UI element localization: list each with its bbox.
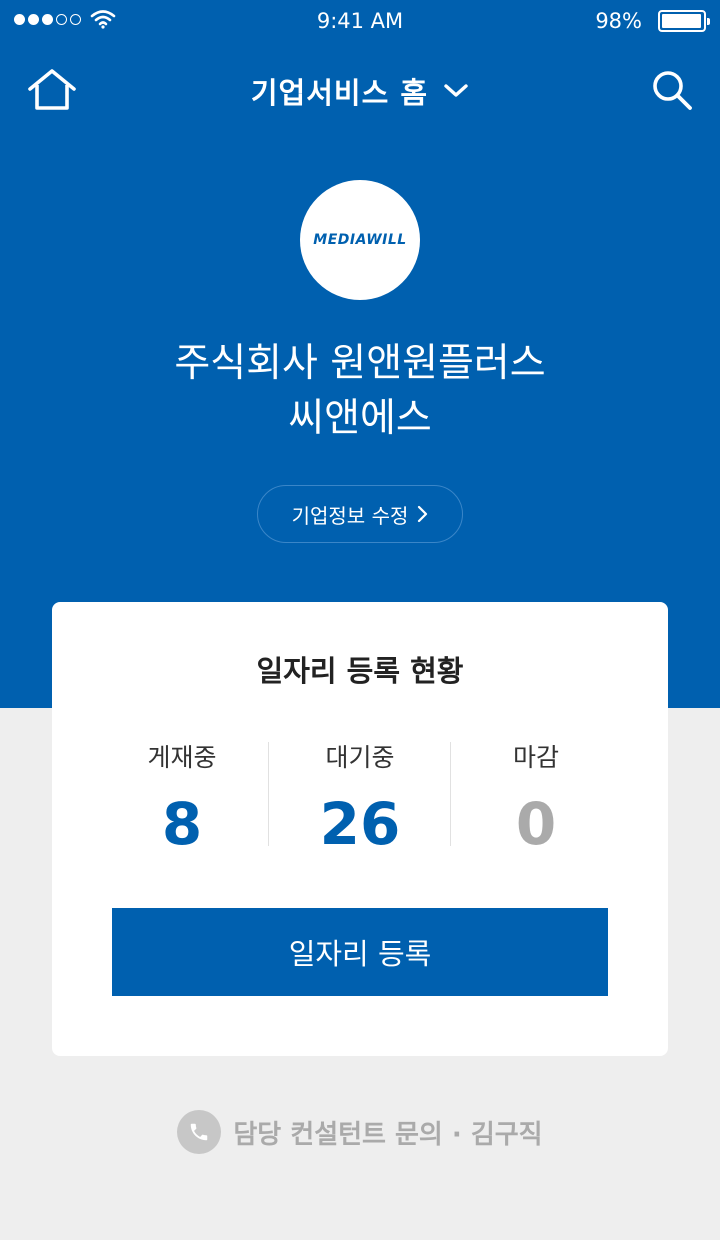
edit-company-info-label: 기업정보 수정 [291,503,409,528]
battery-icon [658,10,710,32]
register-job-button[interactable]: 일자리 등록 [112,908,608,996]
chevron-right-icon [418,505,428,523]
stat-value: 26 [319,790,401,858]
phone-icon [177,1110,222,1154]
stat-pending[interactable]: 대기중 26 [270,738,450,858]
stat-active[interactable]: 게재중 8 [92,738,272,858]
card-title: 일자리 등록 현황 [256,654,464,688]
stat-label: 마감 [512,743,559,772]
chevron-down-icon [444,84,468,97]
company-logo: MEDIAWILL [300,180,420,300]
nav-bar: 기업서비스 홈 [0,56,720,124]
nav-title: 기업서비스 홈 [250,76,429,110]
search-button[interactable] [650,68,694,112]
consultant-contact[interactable]: 담당 컨설턴트 문의 · 김구직 [0,1110,720,1154]
stat-value: 0 [515,790,557,858]
stat-value: 8 [161,790,203,858]
job-status-card: 일자리 등록 현황 게재중 8 대기중 26 마감 0 일자리 등록 [52,602,668,1056]
stat-label: 게재중 [147,743,217,772]
company-name-line1: 주식회사 원앤원플러스 [174,341,546,386]
edit-company-info-button[interactable]: 기업정보 수정 [257,485,463,543]
service-selector[interactable]: 기업서비스 홈 [0,70,720,112]
search-icon [653,71,692,110]
stat-label: 대기중 [325,743,395,772]
company-name-line2: 씨앤에스 [288,396,432,441]
status-bar: 9:41 AM 98% [0,0,720,44]
logo-text: MEDIAWILL [313,232,407,248]
contact-text: 담당 컨설턴트 문의 · 김구직 [233,1119,543,1150]
company-name: 주식회사 원앤원플러스 씨앤에스 [40,336,680,446]
battery-percentage: 98% [595,9,642,33]
stat-closed[interactable]: 마감 0 [446,738,626,858]
divider [268,742,269,846]
